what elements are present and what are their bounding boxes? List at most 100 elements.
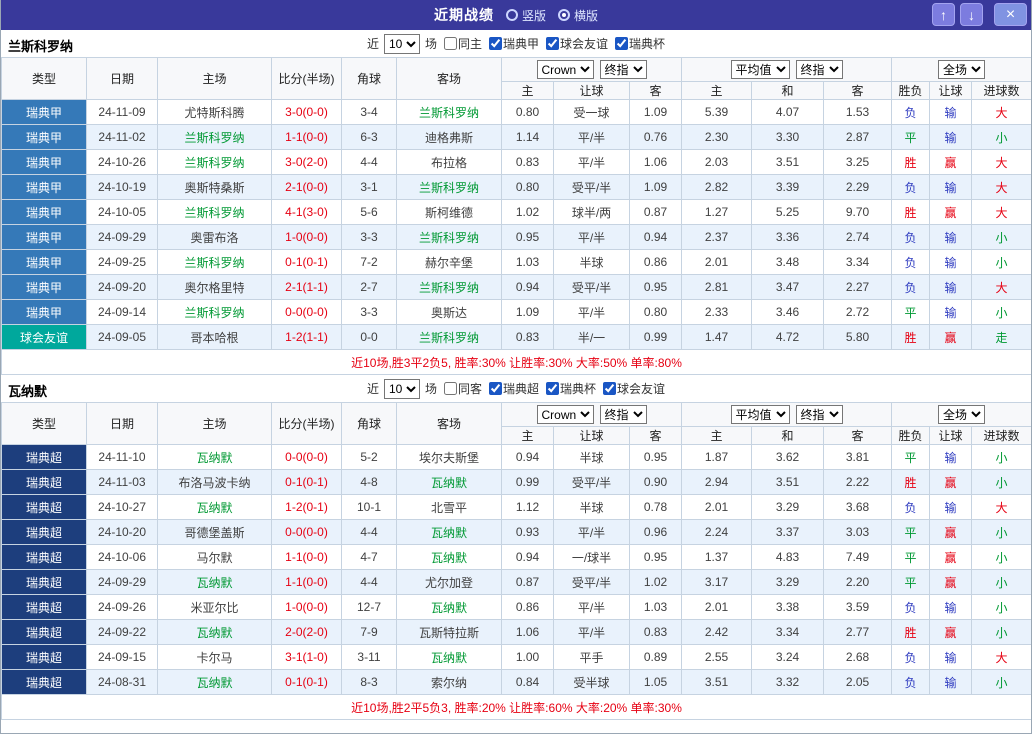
league-filter-2[interactable]: 球会友谊 (546, 35, 608, 52)
away-team-cell[interactable]: 迪格弗斯 (397, 125, 502, 150)
layout-radio-horizontal[interactable]: 横版 (558, 7, 598, 24)
move-up-button[interactable]: ↑ (932, 3, 955, 26)
goals-result-cell: 大 (972, 275, 1032, 300)
home-team-cell[interactable]: 尤特斯科腾 (158, 100, 272, 125)
date-cell: 24-09-14 (87, 300, 158, 325)
away-team-cell[interactable]: 布拉格 (397, 150, 502, 175)
league-checkbox[interactable] (615, 37, 628, 50)
close-button[interactable]: × (994, 3, 1027, 26)
same-venue-checkbox[interactable] (444, 382, 457, 395)
away-team-cell[interactable]: 奥斯达 (397, 300, 502, 325)
away-team-cell[interactable]: 瓦纳默 (397, 470, 502, 495)
home-team-cell[interactable]: 瓦纳默 (158, 570, 272, 595)
same-venue-filter[interactable]: 同主 (444, 35, 482, 52)
away-odds-cell: 0.95 (630, 275, 682, 300)
home-team-cell[interactable]: 兰斯科罗纳 (158, 125, 272, 150)
avg-time-select[interactable]: 终指 (796, 405, 843, 424)
result-cell: 负 (892, 225, 930, 250)
away-team-cell[interactable]: 瓦纳默 (397, 545, 502, 570)
layout-radio-vertical[interactable]: 竖版 (506, 7, 546, 24)
home-team-cell[interactable]: 马尔默 (158, 545, 272, 570)
away-team-cell[interactable]: 瓦纳默 (397, 645, 502, 670)
away-team-cell[interactable]: 兰斯科罗纳 (397, 275, 502, 300)
match-count-select[interactable]: 10 (384, 34, 420, 54)
summary-text: 近10场,胜2平5负3, 胜率:20% 让胜率:60% 大率:20% 单率:30… (2, 695, 1032, 720)
away-team-cell[interactable]: 北雪平 (397, 495, 502, 520)
recent-results-panel: 近期战绩 竖版 横版 ↑ ↓ × 兰斯科罗纳 近 10 场 同主 瑞典甲 (0, 0, 1032, 734)
league-checkbox[interactable] (603, 382, 616, 395)
date-cell: 24-09-05 (87, 325, 158, 350)
league-filter-1[interactable]: 瑞典甲 (489, 35, 539, 52)
home-team-cell[interactable]: 奥尔格里特 (158, 275, 272, 300)
panel-title: 近期战绩 (434, 5, 494, 25)
league-checkbox[interactable] (546, 37, 559, 50)
away-team-cell[interactable]: 埃尔夫斯堡 (397, 445, 502, 470)
home-odds-cell: 0.80 (502, 100, 554, 125)
league-type-cell: 瑞典甲 (2, 125, 87, 150)
summary-text: 近10场,胜3平2负5, 胜率:30% 让胜率:30% 大率:50% 单率:80… (2, 350, 1032, 375)
avg-away-odds-cell: 7.49 (824, 545, 892, 570)
home-team-cell[interactable]: 哥德堡盖斯 (158, 520, 272, 545)
odds-source-select[interactable]: Crown (537, 60, 594, 79)
handicap-cell: 平/半 (554, 620, 630, 645)
away-team-cell[interactable]: 兰斯科罗纳 (397, 175, 502, 200)
same-venue-checkbox[interactable] (444, 37, 457, 50)
odds-time-select[interactable]: 终指 (600, 405, 647, 424)
goals-result-cell: 小 (972, 595, 1032, 620)
home-team-cell[interactable]: 兰斯科罗纳 (158, 150, 272, 175)
goals-result-cell: 大 (972, 200, 1032, 225)
league-checkbox[interactable] (546, 382, 559, 395)
home-team-cell[interactable]: 奥雷布洛 (158, 225, 272, 250)
scope-select[interactable]: 全场 (938, 60, 985, 79)
home-team-cell[interactable]: 瓦纳默 (158, 495, 272, 520)
col-header-corner: 角球 (342, 403, 397, 445)
away-team-cell[interactable]: 瓦斯特拉斯 (397, 620, 502, 645)
score-cell: 2-1(0-0) (272, 175, 342, 200)
avg-source-select[interactable]: 平均值 (731, 60, 790, 79)
odds-time-select[interactable]: 终指 (600, 60, 647, 79)
league-filter-3[interactable]: 瑞典杯 (615, 35, 665, 52)
league-type-cell: 瑞典超 (2, 570, 87, 595)
away-team-cell[interactable]: 斯柯维德 (397, 200, 502, 225)
league-type-cell: 瑞典超 (2, 445, 87, 470)
home-team-cell[interactable]: 哥本哈根 (158, 325, 272, 350)
league-checkbox[interactable] (489, 382, 502, 395)
away-team-cell[interactable]: 兰斯科罗纳 (397, 100, 502, 125)
avg-time-select[interactable]: 终指 (796, 60, 843, 79)
match-row: 瑞典超24-09-26米亚尔比1-0(0-0)12-7瓦纳默0.86平/半1.0… (2, 595, 1032, 620)
home-team-cell[interactable]: 瓦纳默 (158, 620, 272, 645)
home-team-cell[interactable]: 瓦纳默 (158, 445, 272, 470)
avg-away-odds-cell: 2.22 (824, 470, 892, 495)
league-filter-3[interactable]: 球会友谊 (603, 380, 665, 397)
home-team-cell[interactable]: 兰斯科罗纳 (158, 250, 272, 275)
away-team-cell[interactable]: 瓦纳默 (397, 520, 502, 545)
away-team-cell[interactable]: 赫尔辛堡 (397, 250, 502, 275)
away-team-cell[interactable]: 兰斯科罗纳 (397, 225, 502, 250)
away-team-cell[interactable]: 索尔纳 (397, 670, 502, 695)
corner-cell: 0-0 (342, 325, 397, 350)
scope-select[interactable]: 全场 (938, 405, 985, 424)
away-team-cell[interactable]: 瓦纳默 (397, 595, 502, 620)
home-team-cell[interactable]: 兰斯科罗纳 (158, 200, 272, 225)
league-filter-1[interactable]: 瑞典超 (489, 380, 539, 397)
move-down-button[interactable]: ↓ (960, 3, 983, 26)
date-cell: 24-09-20 (87, 275, 158, 300)
same-venue-filter[interactable]: 同客 (444, 380, 482, 397)
home-team-cell[interactable]: 奥斯特桑斯 (158, 175, 272, 200)
home-odds-cell: 1.14 (502, 125, 554, 150)
away-team-cell[interactable]: 尤尔加登 (397, 570, 502, 595)
league-checkbox[interactable] (489, 37, 502, 50)
score-cell: 1-1(0-0) (272, 125, 342, 150)
home-team-cell[interactable]: 布洛马波卡纳 (158, 470, 272, 495)
avg-source-select[interactable]: 平均值 (731, 405, 790, 424)
home-team-cell[interactable]: 米亚尔比 (158, 595, 272, 620)
match-count-select[interactable]: 10 (384, 379, 420, 399)
handicap-cell: 球半/两 (554, 200, 630, 225)
home-team-cell[interactable]: 兰斯科罗纳 (158, 300, 272, 325)
away-team-cell[interactable]: 兰斯科罗纳 (397, 325, 502, 350)
home-team-cell[interactable]: 卡尔马 (158, 645, 272, 670)
league-filter-2[interactable]: 瑞典杯 (546, 380, 596, 397)
odds-source-select[interactable]: Crown (537, 405, 594, 424)
away-odds-cell: 0.80 (630, 300, 682, 325)
home-team-cell[interactable]: 瓦纳默 (158, 670, 272, 695)
